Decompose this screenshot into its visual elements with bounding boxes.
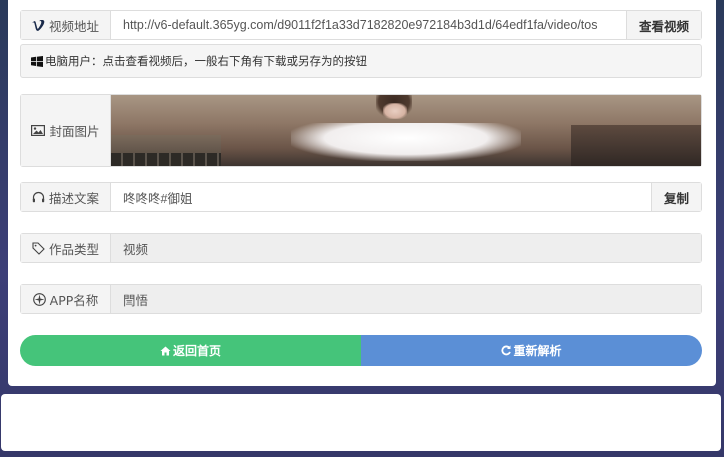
action-buttons: 返回首页 重新解析: [20, 335, 702, 366]
work-type-value: 视频: [111, 234, 701, 262]
cover-image-row: 封面图片: [20, 94, 702, 167]
video-url-row: 视频地址 http://v6-default.365yg.com/d9011f2…: [20, 10, 702, 40]
video-url-label: 视频地址: [21, 11, 111, 39]
description-label: 描述文案: [21, 183, 111, 211]
result-panel: 视频地址 http://v6-default.365yg.com/d9011f2…: [8, 0, 716, 386]
app-name-label: APP名称: [21, 285, 111, 313]
description-row: 描述文案 咚咚咚#御姐 复制: [20, 182, 702, 212]
refresh-icon: [501, 345, 512, 356]
work-type-row: 作品类型 视频: [20, 233, 702, 263]
cover-image[interactable]: [111, 95, 701, 166]
pc-user-notice: 电脑用户：点击查看视频后，一般右下角有下载或另存为的按钮: [20, 44, 702, 78]
work-type-label: 作品类型: [21, 234, 111, 262]
description-input[interactable]: 咚咚咚#御姐: [111, 183, 651, 211]
home-icon: [160, 346, 171, 356]
footer-panel: [1, 394, 721, 451]
headphones-icon: [32, 191, 45, 203]
view-video-button[interactable]: 查看视频: [625, 11, 701, 39]
tag-icon: [32, 241, 45, 255]
back-home-button[interactable]: 返回首页: [20, 335, 361, 366]
video-url-input[interactable]: http://v6-default.365yg.com/d9011f2f1a33…: [111, 11, 626, 39]
image-icon: [31, 125, 46, 136]
cover-image-label: 封面图片: [21, 95, 111, 166]
vimeo-v-icon: [32, 19, 45, 31]
app-name-row: APP名称 閆悟: [20, 284, 702, 314]
reparse-button[interactable]: 重新解析: [361, 335, 702, 366]
app-name-value: 閆悟: [111, 285, 701, 313]
gear-flower-icon: [32, 292, 46, 306]
windows-icon: [31, 55, 43, 67]
copy-button[interactable]: 复制: [650, 183, 701, 211]
